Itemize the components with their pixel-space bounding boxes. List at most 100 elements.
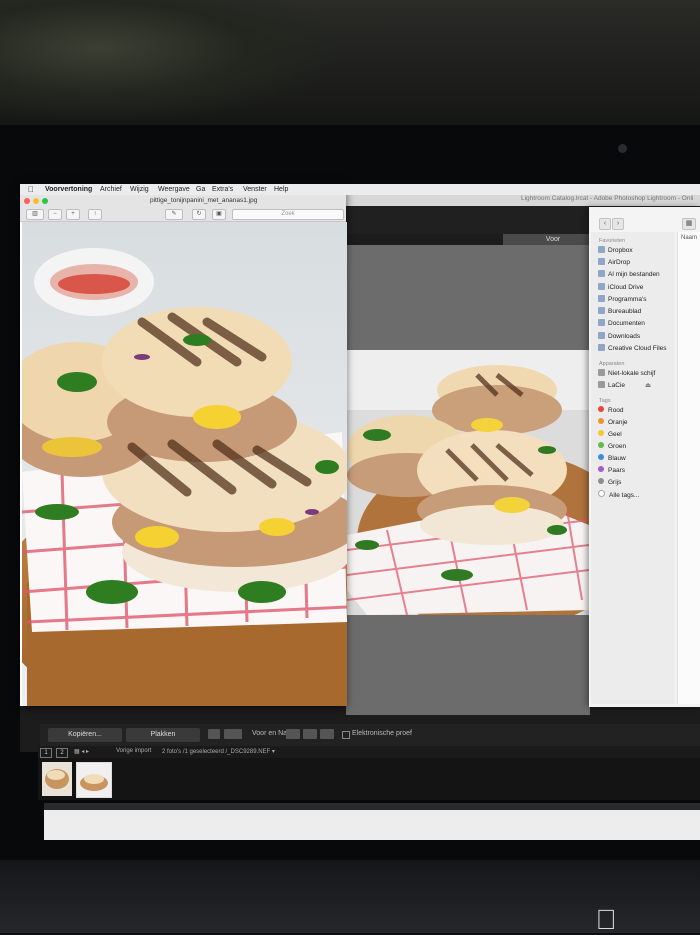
before-after-label: Voor en Na: — [252, 730, 289, 737]
eject-icon[interactable]: ⏏ — [645, 382, 651, 389]
cloud-icon — [598, 283, 605, 290]
camera-icon — [618, 144, 627, 153]
all-files-icon — [598, 270, 605, 277]
apple-menu-icon[interactable]:  — [28, 184, 34, 195]
thumb-image-2 — [80, 774, 108, 791]
forward-icon[interactable]: › — [612, 218, 624, 230]
paste-button[interactable]: Plakken — [126, 728, 200, 742]
sidebar-tag-green[interactable]: Groen — [598, 442, 626, 452]
filmstrip-thumb-2[interactable] — [76, 762, 112, 798]
blue-tag-icon — [598, 454, 604, 460]
purple-tag-icon — [598, 466, 604, 472]
filmstrip-info[interactable]: 2 foto's /1 geselecteerd /_DSC9289.NEF ▾ — [162, 748, 275, 755]
sidebar-all-tags[interactable]: Alle tags... — [598, 490, 639, 500]
zoom-out-icon[interactable]: − — [48, 209, 62, 220]
sidebar-item-downloads[interactable]: Downloads — [598, 332, 640, 342]
monitor-1-button[interactable]: 1 — [40, 748, 52, 758]
zoom-in-icon[interactable]: + — [66, 209, 80, 220]
drive-icon — [598, 381, 605, 388]
sidebar-item-label: Programma's — [608, 296, 647, 303]
search-input[interactable]: Zoek — [232, 209, 344, 220]
green-tag-icon — [598, 442, 604, 448]
background-plant — [0, 0, 330, 120]
sidebar-item-lacie[interactable]: LaCie ⏏ — [598, 381, 651, 391]
sidebar-tag-orange[interactable]: Oranje — [598, 418, 628, 428]
sidebar-toggle-icon[interactable]: ▥ — [26, 209, 44, 220]
sidebar-item-creative-cloud[interactable]: Creative Cloud Files — [598, 344, 667, 354]
sidebar-item-desktop[interactable]: Bureaublad — [598, 307, 641, 317]
close-window-icon[interactable] — [24, 198, 30, 204]
lightroom-photo[interactable] — [347, 350, 589, 615]
sidebar-tag-gray[interactable]: Grijs — [598, 478, 621, 488]
sidebar-item-documents[interactable]: Documenten — [598, 319, 645, 329]
dock-area — [44, 810, 700, 840]
tags-header: Tags — [599, 398, 611, 404]
swap-before-after-icon[interactable] — [286, 729, 300, 739]
sidebar-item-dropbox[interactable]: Dropbox — [598, 246, 633, 256]
thumb-image-1 — [45, 769, 69, 789]
copy-before-after-icon[interactable] — [303, 729, 317, 739]
tag-label: Geel — [608, 431, 622, 438]
sidebar-item-label: Downloads — [608, 333, 641, 340]
back-icon[interactable]: ‹ — [599, 218, 611, 230]
tag-label: Paars — [608, 467, 625, 474]
menu-archief[interactable]: Archief — [100, 184, 122, 195]
sidebar-tag-yellow[interactable]: Geel — [598, 430, 622, 440]
dropbox-icon — [598, 246, 605, 253]
tag-label: Rood — [608, 407, 624, 414]
tag-label: Groen — [608, 443, 627, 450]
monitor-2-button[interactable]: 2 — [56, 748, 68, 758]
sidebar-item-applications[interactable]: Programma's — [598, 295, 646, 305]
menu-ga[interactable]: Ga — [196, 184, 205, 195]
share-icon[interactable]: ↑ — [88, 209, 102, 220]
toolbox-icon[interactable]: ▣ — [212, 209, 226, 220]
menu-extras[interactable]: Extra's — [212, 184, 233, 195]
document-title: pittige_tonijnpanini_met_ananas1.jpg — [150, 197, 258, 204]
finder-file-list[interactable] — [677, 232, 700, 704]
view-icon[interactable]: ▦ — [682, 218, 696, 230]
zoom-window-icon[interactable] — [42, 198, 48, 204]
sidebar-tag-purple[interactable]: Paars — [598, 466, 625, 476]
loupe-view-icon[interactable] — [208, 729, 220, 739]
sidebar-item-label: Al mijn bestanden — [608, 271, 660, 278]
tag-label: Blauw — [608, 455, 626, 462]
filmstrip — [38, 758, 700, 800]
before-after-icon[interactable] — [224, 729, 242, 739]
name-column-header[interactable]: Naam — [681, 235, 697, 241]
markup-icon[interactable]: ✎ — [165, 209, 183, 220]
menu-help[interactable]: Help — [274, 184, 288, 195]
sidebar-item-remote-disk[interactable]: Niet-lokale schijf — [598, 369, 655, 379]
creative-cloud-icon — [598, 344, 605, 351]
sidebar-item-label: Documenten — [608, 320, 645, 327]
sidebar-item-icloud[interactable]: iCloud Drive — [598, 283, 643, 293]
documents-icon — [598, 319, 605, 326]
lightroom-title: Lightroom Catalog.lrcat - Adobe Photosho… — [521, 195, 694, 202]
preview-photo[interactable] — [22, 222, 347, 706]
sidebar-item-airdrop[interactable]: AirDrop — [598, 258, 630, 268]
sidebar-item-label: Niet-lokale schijf — [608, 370, 656, 377]
downloads-icon — [598, 332, 605, 339]
filmstrip-thumb-1[interactable] — [42, 762, 72, 796]
sidebar-item-all-files[interactable]: Al mijn bestanden — [598, 270, 660, 280]
menu-app[interactable]: Voorvertoning — [45, 184, 92, 195]
favorites-header: Favorieten — [599, 238, 625, 244]
sidebar-item-label: Dropbox — [608, 247, 633, 254]
softproof-checkbox[interactable] — [342, 731, 350, 739]
menu-venster[interactable]: Venster — [243, 184, 267, 195]
grid-icon[interactable]: ▦ ◂ ▸ — [74, 748, 89, 755]
sidebar-tag-blue[interactable]: Blauw — [598, 454, 626, 464]
sidebar-tag-red[interactable]: Rood — [598, 406, 624, 416]
previous-import-label[interactable]: Vorige import — [116, 748, 151, 754]
menu-wijzig[interactable]: Wijzig — [130, 184, 149, 195]
airdrop-icon — [598, 258, 605, 265]
desktop-icon — [598, 307, 605, 314]
devices-header: Apparaten — [599, 361, 625, 367]
disk-icon — [598, 369, 605, 376]
copy-after-before-icon[interactable] — [320, 729, 334, 739]
menu-weergave[interactable]: Weergave — [158, 184, 190, 195]
rotate-icon[interactable]: ↻ — [192, 209, 206, 220]
minimize-window-icon[interactable] — [33, 198, 39, 204]
yellow-tag-icon — [598, 430, 604, 436]
copy-button[interactable]: Kopiëren... — [48, 728, 122, 742]
softproof-label: Elektronische proef — [352, 730, 412, 737]
